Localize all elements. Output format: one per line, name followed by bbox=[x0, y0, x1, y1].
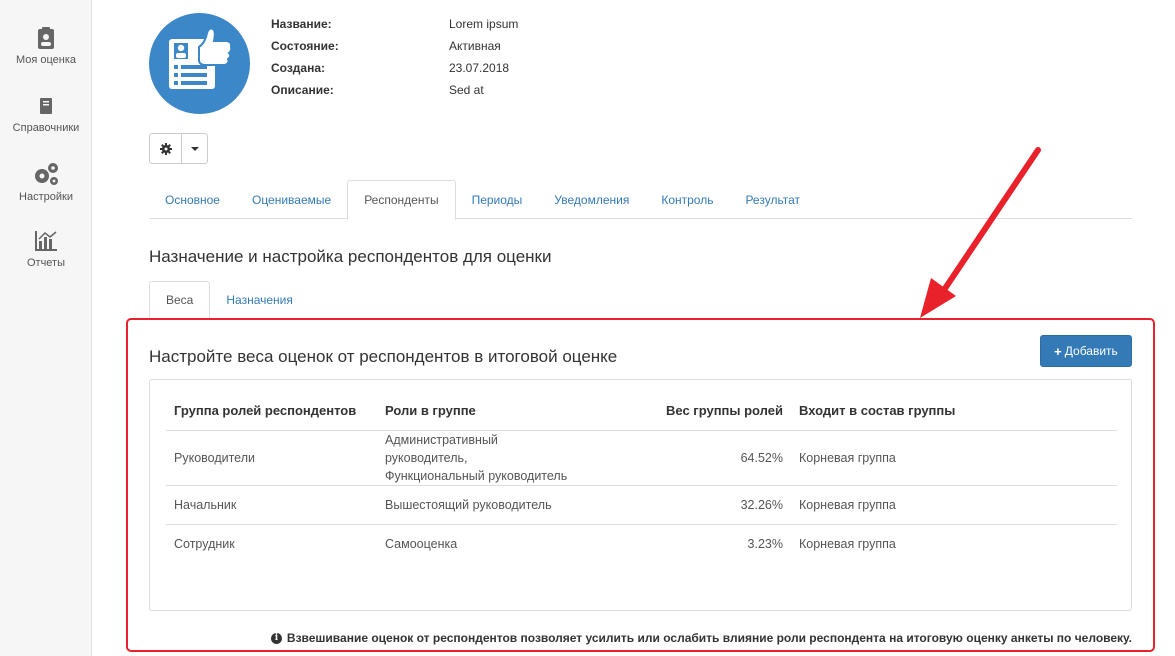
tab-periods[interactable]: Периоды bbox=[456, 180, 539, 219]
info-row-state: Состояние: Активная bbox=[271, 35, 518, 57]
tab-control[interactable]: Контроль bbox=[645, 180, 729, 219]
info-note: i Взвешивание оценок от респондентов поз… bbox=[270, 631, 1132, 645]
info-key: Описание: bbox=[271, 83, 334, 97]
roles-cell: Вышестоящий руководитель bbox=[377, 485, 591, 525]
table-header-row: Группа ролей респондентов Роли в группе … bbox=[166, 392, 1117, 431]
assessment-info: Название: Lorem ipsum Состояние: Активна… bbox=[271, 13, 518, 101]
sidebar-item-my-assessment[interactable]: Моя оценка bbox=[0, 26, 92, 66]
info-row-name: Название: Lorem ipsum bbox=[271, 13, 518, 35]
roles-line: Функциональный руководитель bbox=[385, 468, 568, 483]
add-button[interactable]: + Добавить bbox=[1040, 335, 1132, 367]
sidebar-item-directories[interactable]: Справочники bbox=[0, 96, 92, 134]
info-key: Создана: bbox=[271, 61, 326, 75]
sidebar: Моя оценка Справочники Настройки Отчеты bbox=[0, 0, 92, 656]
info-note-text: Взвешивание оценок от респондентов позво… bbox=[286, 631, 1132, 645]
weight-cell: 32.26% bbox=[591, 485, 791, 525]
sidebar-item-reports[interactable]: Отчеты bbox=[0, 229, 92, 269]
parent-group-cell: Корневая группа bbox=[799, 536, 896, 551]
tab-assignments[interactable]: Назначения bbox=[210, 281, 309, 319]
profile-thumbs-up-icon bbox=[169, 27, 233, 89]
parent-group-cell: Корневая группа bbox=[791, 485, 1117, 525]
parent-group-cell: Корневая группа bbox=[791, 430, 1117, 486]
panel-title: Настройте веса оценок от респондентов в … bbox=[149, 347, 618, 366]
info-value: 23.07.2018 bbox=[449, 61, 510, 75]
column-header: Группа ролей респондентов bbox=[166, 392, 377, 431]
section-title: Назначение и настройка респондентов для … bbox=[149, 247, 552, 266]
clipboard-user-icon bbox=[38, 27, 54, 49]
roles-cell: Административный руководитель, Функциона… bbox=[377, 430, 591, 486]
sidebar-item-label: Моя оценка bbox=[15, 54, 77, 66]
info-value: Активная bbox=[449, 39, 501, 53]
group-cell: Руководители bbox=[166, 430, 377, 486]
sidebar-item-label: Справочники bbox=[12, 122, 80, 134]
table-row[interactable]: Сотрудник Самооценка 3.23% Корневая груп… bbox=[166, 524, 1117, 563]
sidebar-item-label: Настройки bbox=[19, 191, 73, 203]
roles-cell: Самооценка bbox=[385, 536, 458, 551]
info-value: Sed at bbox=[449, 83, 484, 97]
plus-icon: + bbox=[1054, 343, 1062, 359]
tab-notifications[interactable]: Уведомления bbox=[538, 180, 645, 219]
gears-icon bbox=[35, 163, 58, 185]
roles-line: Административный руководитель, bbox=[385, 432, 498, 465]
column-header: Вес группы ролей bbox=[591, 392, 791, 431]
book-icon bbox=[40, 98, 52, 114]
sidebar-item-label: Отчеты bbox=[26, 257, 66, 269]
tab-weights[interactable]: Веса bbox=[149, 281, 211, 319]
add-button-label: Добавить bbox=[1064, 344, 1118, 358]
tab-result[interactable]: Результат bbox=[729, 180, 816, 219]
sub-tabs: Веса Назначения bbox=[149, 281, 309, 319]
gear-icon bbox=[159, 142, 172, 155]
chart-icon bbox=[35, 231, 57, 251]
weight-cell: 64.52% bbox=[591, 430, 791, 486]
settings-button[interactable] bbox=[150, 134, 182, 163]
column-header: Входит в состав группы bbox=[791, 392, 1117, 431]
weights-table: Группа ролей респондентов Роли в группе … bbox=[166, 392, 1117, 563]
sidebar-item-settings[interactable]: Настройки bbox=[0, 161, 92, 203]
info-value: Lorem ipsum bbox=[449, 17, 519, 31]
group-cell: Начальник bbox=[166, 485, 377, 525]
group-cell: Сотрудник bbox=[174, 536, 235, 551]
tab-respondents[interactable]: Респонденты bbox=[347, 180, 456, 220]
table-row[interactable]: Руководители Административный руководите… bbox=[166, 430, 1117, 486]
weights-panel: Группа ролей респондентов Роли в группе … bbox=[149, 379, 1132, 611]
info-row-created: Создана: 23.07.2018 bbox=[271, 57, 518, 79]
assessment-avatar bbox=[149, 13, 250, 114]
table-row[interactable]: Начальник Вышестоящий руководитель 32.26… bbox=[166, 485, 1117, 525]
column-header: Роли в группе bbox=[377, 392, 591, 431]
info-key: Название: bbox=[271, 17, 332, 31]
info-icon: i bbox=[270, 632, 282, 644]
info-row-description: Описание: Sed at bbox=[271, 79, 518, 101]
tab-evaluated[interactable]: Оцениваемые bbox=[236, 180, 347, 219]
info-key: Состояние: bbox=[271, 39, 339, 53]
main-tabs: Основное Оцениваемые Респонденты Периоды… bbox=[149, 180, 1132, 220]
weight-cell: 3.23% bbox=[747, 536, 783, 551]
chevron-down-icon bbox=[190, 146, 199, 151]
tab-main[interactable]: Основное bbox=[149, 180, 236, 219]
actions-dropdown bbox=[149, 133, 208, 164]
dropdown-toggle[interactable] bbox=[182, 134, 207, 163]
